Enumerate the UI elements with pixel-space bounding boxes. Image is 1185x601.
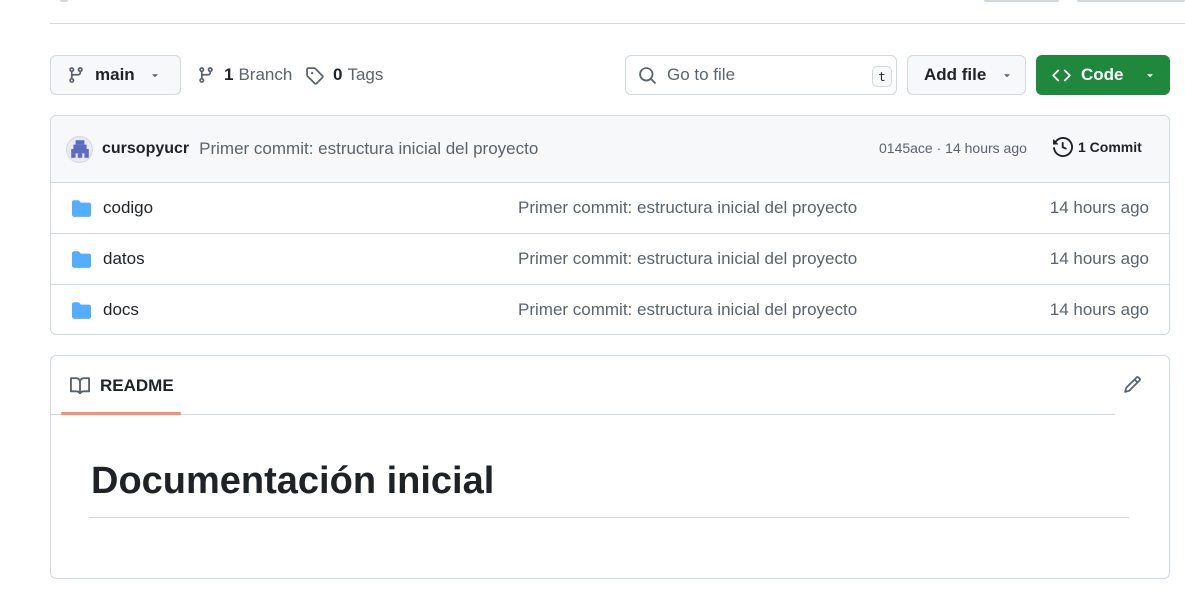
top-edge-fragment: [60, 0, 68, 2]
top-edge-button-fragment: [1077, 0, 1185, 2]
branches-count: 1: [224, 65, 234, 84]
file-name-link[interactable]: docs: [103, 300, 139, 320]
add-file-button[interactable]: Add file: [907, 55, 1026, 95]
file-commit-message[interactable]: Primer commit: estructura inicial del pr…: [518, 300, 857, 320]
history-icon: [1053, 137, 1073, 157]
book-icon: [70, 376, 90, 396]
readme-panel: README Documentación inicial: [50, 355, 1170, 579]
heading-divider: [89, 517, 1129, 518]
branch-selector-button[interactable]: main: [50, 55, 181, 95]
active-tab-indicator: [61, 412, 181, 415]
avatar[interactable]: [66, 135, 93, 163]
file-row: codigo Primer commit: estructura inicial…: [51, 183, 1169, 234]
branches-link[interactable]: 1 Branch: [197, 63, 292, 87]
search-placeholder: Go to file: [667, 65, 736, 84]
tags-label: Tags: [347, 65, 384, 84]
search-icon: [638, 66, 657, 85]
file-commit-age: 14 hours ago: [1049, 249, 1149, 268]
commit-message[interactable]: Primer commit: estructura inicial del pr…: [199, 139, 538, 159]
keyboard-shortcut-hint: t: [872, 66, 892, 87]
pencil-icon[interactable]: [1123, 375, 1142, 394]
folder-icon: [71, 199, 92, 218]
code-label: Code: [1081, 65, 1124, 84]
file-commit-message[interactable]: Primer commit: estructura inicial del pr…: [518, 249, 857, 269]
file-browser: cursopyucr Primer commit: estructura ini…: [50, 115, 1170, 335]
readme-heading: Documentación inicial: [91, 460, 495, 502]
git-branch-icon: [67, 66, 85, 84]
commit-count: 1 Commit: [1078, 139, 1142, 155]
code-icon: [1052, 66, 1071, 85]
latest-commit-bar: cursopyucr Primer commit: estructura ini…: [51, 116, 1169, 183]
tab-readme[interactable]: README: [70, 376, 174, 396]
file-row: docs Primer commit: estructura inicial d…: [51, 285, 1169, 334]
git-branch-icon: [197, 66, 215, 84]
file-name-link[interactable]: codigo: [103, 198, 153, 218]
add-file-label: Add file: [924, 65, 987, 84]
chevron-down-icon: [149, 69, 161, 81]
readme-tab-divider: [51, 414, 1115, 415]
file-commit-message[interactable]: Primer commit: estructura inicial del pr…: [518, 198, 857, 218]
file-commit-age: 14 hours ago: [1049, 198, 1149, 217]
header-divider: [50, 23, 1185, 24]
file-name-link[interactable]: datos: [103, 249, 145, 269]
top-edge-button-fragment: [984, 0, 1059, 2]
readme-tab-label: README: [100, 376, 174, 395]
tags-link[interactable]: 0 Tags: [305, 63, 383, 87]
chevron-down-icon: [1001, 69, 1013, 81]
tag-icon: [305, 66, 324, 85]
folder-icon: [71, 250, 92, 269]
commits-history-link[interactable]: 1 Commit: [1053, 137, 1142, 157]
branch-name: main: [95, 65, 135, 84]
chevron-down-icon: [1144, 69, 1156, 81]
file-commit-age: 14 hours ago: [1049, 300, 1149, 319]
tags-count: 0: [333, 65, 343, 84]
file-row: datos Primer commit: estructura inicial …: [51, 234, 1169, 285]
folder-icon: [71, 301, 92, 320]
commit-hash-time[interactable]: 0145ace · 14 hours ago: [879, 140, 1027, 156]
code-button[interactable]: Code: [1036, 55, 1170, 95]
branches-label: Branch: [238, 65, 293, 84]
go-to-file-input[interactable]: Go to file t: [625, 55, 897, 95]
commit-author[interactable]: cursopyucr: [102, 140, 189, 158]
